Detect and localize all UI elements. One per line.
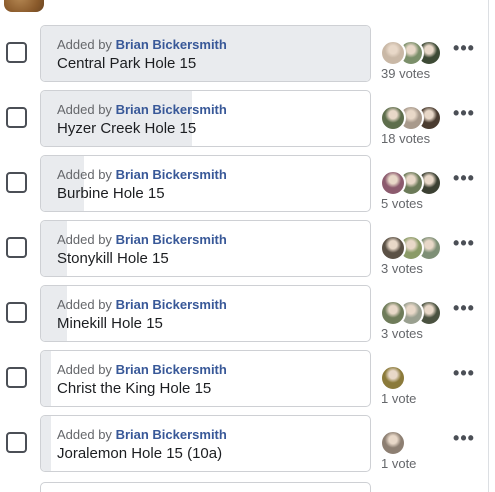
poll-option-box[interactable]: Added by Brian Bickersmith Central Park H… xyxy=(40,25,371,82)
vote-share-bar xyxy=(41,416,51,471)
added-by-line: Added by Brian Bickersmith xyxy=(57,167,227,183)
added-by-link[interactable]: Brian Bickersmith xyxy=(116,362,227,377)
feed-divider xyxy=(488,0,489,492)
added-by-line: Added by Brian Bickersmith xyxy=(57,232,227,248)
poll-option: Added by Brian Bickersmith Stonykill Hole… xyxy=(0,220,488,285)
more-horizontal-icon[interactable]: ••• xyxy=(452,364,476,384)
group-thumbnail[interactable] xyxy=(4,0,44,12)
avatar[interactable] xyxy=(380,300,406,326)
voter-avatars[interactable] xyxy=(380,300,442,326)
added-by-prefix: Added by xyxy=(57,362,112,377)
poll-option: Added by Brian Bickersmith Christ the Kin… xyxy=(0,350,488,415)
vote-count[interactable]: 1 vote xyxy=(381,456,416,471)
poll-option-title: Hyzer Creek Hole 15 xyxy=(57,120,197,137)
vote-count[interactable]: 18 votes xyxy=(381,131,430,146)
poll-option-text: Added by Brian Bickersmith Joralemon Hole… xyxy=(57,427,227,464)
vote-checkbox[interactable] xyxy=(6,107,27,128)
vote-checkbox[interactable] xyxy=(6,172,27,193)
poll-option-title: Christ the King Hole 15 xyxy=(57,380,212,397)
poll-option-text: Added by Brian Bickersmith Minekill Hole … xyxy=(57,297,227,334)
poll-option-text: Added by Brian Bickersmith Stonykill Hole… xyxy=(57,232,227,269)
poll-option: Added by Brian Bickersmith Central Park H… xyxy=(0,25,488,90)
poll-option-title: Burbine Hole 15 xyxy=(57,185,165,202)
poll-option-box[interactable]: Added by Brian Bickersmith Stonykill Hole… xyxy=(40,220,371,277)
more-horizontal-icon[interactable]: ••• xyxy=(452,234,476,254)
voter-avatars[interactable] xyxy=(380,235,442,261)
vote-count[interactable]: 3 votes xyxy=(381,261,423,276)
vote-checkbox[interactable] xyxy=(6,42,27,63)
avatar[interactable] xyxy=(380,235,406,261)
vote-count[interactable]: 3 votes xyxy=(381,326,423,341)
poll-option-box[interactable]: Added by Brian Bickersmith Christ the Kin… xyxy=(40,350,371,407)
vote-count[interactable]: 5 votes xyxy=(381,196,423,211)
avatar[interactable] xyxy=(380,365,406,391)
added-by-line: Added by Brian Bickersmith xyxy=(57,427,227,443)
poll-option-title: Joralemon Hole 15 (10a) xyxy=(57,445,223,462)
poll-option-text: Added by Brian Bickersmith Christ the Kin… xyxy=(57,362,227,399)
poll-option-title: Stonykill Hole 15 xyxy=(57,250,169,267)
avatar[interactable] xyxy=(380,105,406,131)
added-by-prefix: Added by xyxy=(57,37,112,52)
added-by-link[interactable]: Brian Bickersmith xyxy=(116,167,227,182)
added-by-prefix: Added by xyxy=(57,102,112,117)
added-by-line: Added by Brian Bickersmith xyxy=(57,362,227,378)
added-by-prefix: Added by xyxy=(57,297,112,312)
voter-avatars[interactable] xyxy=(380,365,440,391)
added-by-line: Added by Brian Bickersmith xyxy=(57,37,227,53)
vote-checkbox[interactable] xyxy=(6,367,27,388)
avatar[interactable] xyxy=(380,40,406,66)
vote-count[interactable]: 39 votes xyxy=(381,66,430,81)
added-by-line: Added by Brian Bickersmith xyxy=(57,297,227,313)
added-by-prefix: Added by xyxy=(57,167,112,182)
more-horizontal-icon[interactable]: ••• xyxy=(452,299,476,319)
added-by-link[interactable]: Brian Bickersmith xyxy=(116,297,227,312)
poll-option-box[interactable]: Added by Brian Bickersmith Joralemon Hole… xyxy=(40,415,371,472)
vote-count[interactable]: 1 vote xyxy=(381,391,416,406)
poll-option-partial[interactable] xyxy=(40,482,371,492)
poll-option: Added by Brian Bickersmith Minekill Hole … xyxy=(0,285,488,350)
added-by-line: Added by Brian Bickersmith xyxy=(57,102,227,118)
poll-option-title: Central Park Hole 15 xyxy=(57,55,197,72)
avatar[interactable] xyxy=(380,430,406,456)
added-by-link[interactable]: Brian Bickersmith xyxy=(116,427,227,442)
more-horizontal-icon[interactable]: ••• xyxy=(452,169,476,189)
vote-share-bar xyxy=(41,351,51,406)
added-by-link[interactable]: Brian Bickersmith xyxy=(116,232,227,247)
poll-option: Added by Brian Bickersmith Hyzer Creek Ho… xyxy=(0,90,488,155)
added-by-prefix: Added by xyxy=(57,232,112,247)
avatar[interactable] xyxy=(380,170,406,196)
poll-option: Added by Brian Bickersmith Burbine Hole 1… xyxy=(0,155,488,220)
poll-option-text: Added by Brian Bickersmith Burbine Hole 1… xyxy=(57,167,227,204)
poll-option-box[interactable]: Added by Brian Bickersmith Hyzer Creek Ho… xyxy=(40,90,371,147)
poll-option-box[interactable]: Added by Brian Bickersmith Minekill Hole … xyxy=(40,285,371,342)
voter-avatars[interactable] xyxy=(380,105,442,131)
poll-option-box[interactable]: Added by Brian Bickersmith Burbine Hole 1… xyxy=(40,155,371,212)
vote-checkbox[interactable] xyxy=(6,432,27,453)
voter-avatars[interactable] xyxy=(380,40,442,66)
added-by-link[interactable]: Brian Bickersmith xyxy=(116,37,227,52)
vote-checkbox[interactable] xyxy=(6,302,27,323)
poll-option-title: Minekill Hole 15 xyxy=(57,315,163,332)
voter-avatars[interactable] xyxy=(380,430,440,456)
more-horizontal-icon[interactable]: ••• xyxy=(452,39,476,59)
vote-checkbox[interactable] xyxy=(6,237,27,258)
poll-option-text: Added by Brian Bickersmith Central Park H… xyxy=(57,37,227,74)
more-horizontal-icon[interactable]: ••• xyxy=(452,429,476,449)
poll-option-text: Added by Brian Bickersmith Hyzer Creek Ho… xyxy=(57,102,227,139)
poll-option: Added by Brian Bickersmith Joralemon Hole… xyxy=(0,415,488,480)
added-by-prefix: Added by xyxy=(57,427,112,442)
previous-post-header xyxy=(0,0,495,14)
added-by-link[interactable]: Brian Bickersmith xyxy=(116,102,227,117)
voter-avatars[interactable] xyxy=(380,170,442,196)
more-horizontal-icon[interactable]: ••• xyxy=(452,104,476,124)
poll-options: Added by Brian Bickersmith Central Park H… xyxy=(0,25,488,480)
